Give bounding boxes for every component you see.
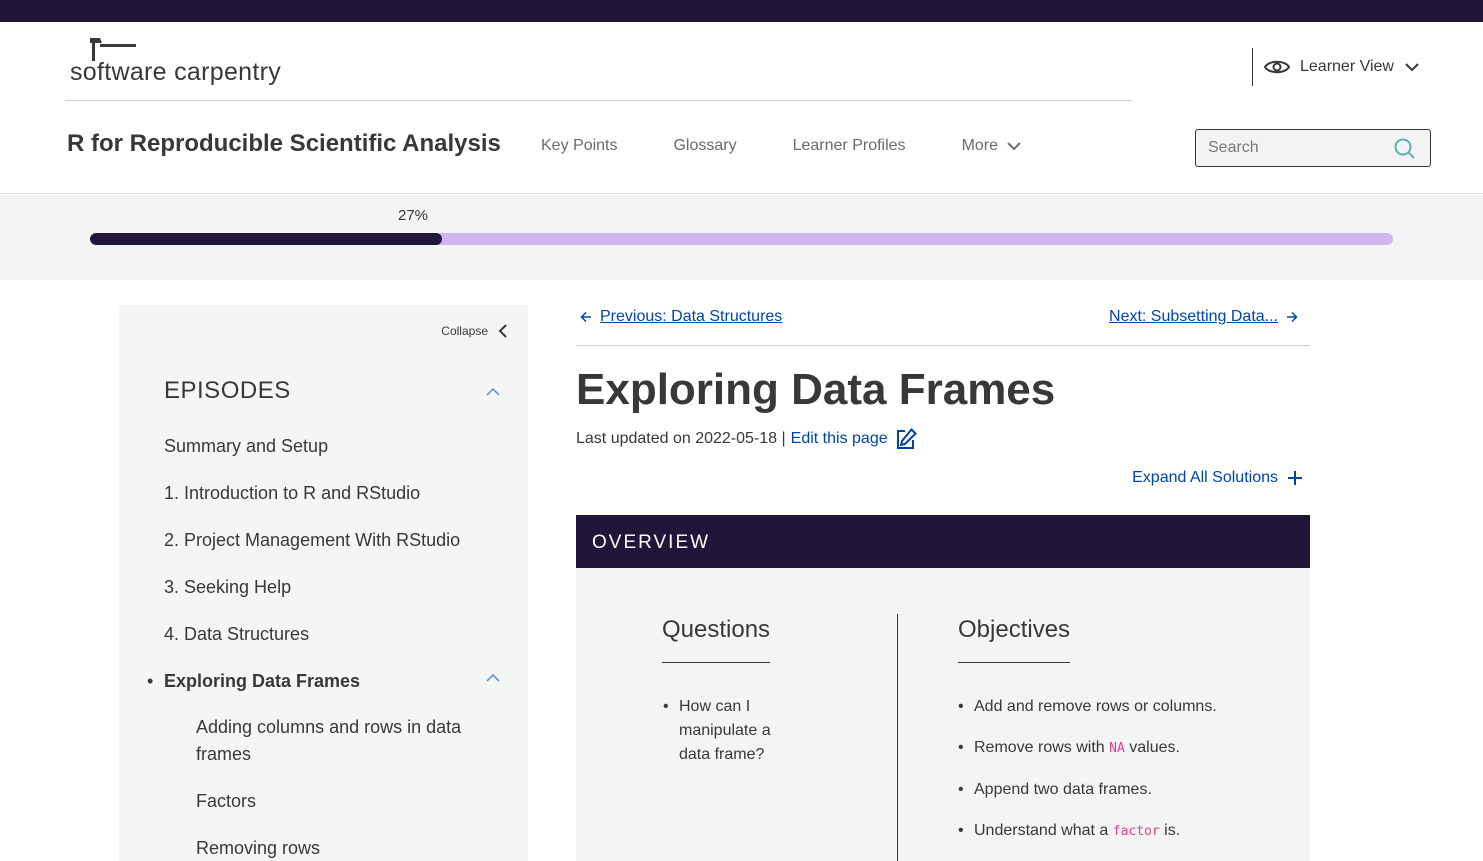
episode-link[interactable]: 3. Seeking Help	[164, 577, 291, 598]
previous-label: Previous: Data Structures	[600, 308, 783, 325]
next-label: Next: Subsetting Data...	[1109, 308, 1278, 325]
learner-view-toggle[interactable]: Learner View	[1264, 52, 1420, 82]
episode-link[interactable]: 1. Introduction to R and RStudio	[164, 483, 420, 504]
active-bullet: •	[147, 671, 154, 691]
nav-glossary[interactable]: Glossary	[673, 137, 736, 155]
chevron-up-icon	[486, 387, 500, 396]
collapse-label: Collapse	[441, 324, 488, 338]
last-updated: Last updated on 2022-05-18 | Edit this p…	[576, 427, 918, 451]
objective-code: factor	[1112, 824, 1160, 839]
objective-text: is.	[1159, 822, 1181, 839]
overview-body: Questions How can I manipulate a data fr…	[576, 568, 1310, 861]
search-box	[1195, 129, 1431, 167]
overview-title: OVERVIEW	[592, 532, 711, 553]
chevron-down-icon	[1007, 142, 1021, 151]
site-logo[interactable]: software carpentry	[68, 36, 308, 86]
objective-text: Understand what a	[974, 822, 1113, 839]
nav-learner-profiles[interactable]: Learner Profiles	[793, 137, 906, 155]
last-updated-text: Last updated on 2022-05-18 |	[576, 430, 786, 447]
arrow-right-icon	[1287, 311, 1298, 323]
overview-header: OVERVIEW	[576, 515, 1310, 568]
edit-icon	[896, 428, 917, 449]
question-item: How can I manipulate a data frame?	[663, 695, 793, 767]
nav-more[interactable]: More	[962, 137, 1022, 155]
chevron-down-icon	[1405, 63, 1419, 72]
edit-page-label: Edit this page	[790, 430, 888, 447]
objective-item: Add and remove rows or columns.	[958, 695, 1298, 719]
eye-icon	[1264, 60, 1290, 74]
view-divider	[1252, 48, 1253, 86]
objective-code: NA	[1109, 741, 1125, 756]
logo-text: software carpentry	[70, 58, 282, 86]
main-nav: Key Points Glossary Learner Profiles Mor…	[541, 137, 1078, 155]
edit-page-link[interactable]: Edit this page	[791, 427, 918, 451]
objective-text: Append two data frames.	[974, 781, 1152, 798]
objectives-title: Objectives	[958, 616, 1071, 663]
episode-pager: Previous: Data Structures Next: Subsetti…	[576, 305, 1310, 346]
progress-label: 27%	[398, 207, 429, 224]
questions-list: How can I manipulate a data frame?	[663, 695, 793, 767]
plus-icon	[1288, 471, 1302, 485]
learner-view-label: Learner View	[1300, 58, 1394, 75]
objectives-list: Add and remove rows or columns. Remove r…	[958, 695, 1298, 861]
collapse-button[interactable]: Collapse	[441, 323, 508, 339]
active-episode[interactable]: Exploring Data Frames	[164, 671, 360, 692]
nav-key-points[interactable]: Key Points	[541, 137, 617, 155]
episodes-title: EPISODES	[164, 377, 291, 404]
questions-title: Questions	[662, 616, 771, 663]
chevron-left-icon	[498, 324, 507, 338]
header-divider	[65, 100, 1132, 101]
progress-section: 27%	[0, 195, 1483, 280]
section-link[interactable]: Removing rows	[196, 835, 496, 861]
objective-item: Append two data frames.	[958, 778, 1298, 802]
episode-link[interactable]: 4. Data Structures	[164, 624, 309, 645]
objective-text: values.	[1124, 739, 1180, 756]
episodes-header[interactable]: EPISODES	[164, 377, 500, 405]
progress-fill	[90, 233, 442, 245]
episode-link[interactable]: Summary and Setup	[164, 436, 328, 457]
section-link[interactable]: Factors	[196, 788, 496, 815]
column-divider	[897, 614, 898, 861]
site-header: software carpentry Learner View R for Re…	[0, 22, 1483, 194]
page-title: Exploring Data Frames	[576, 365, 1056, 414]
site-title[interactable]: R for Reproducible Scientific Analysis	[67, 130, 501, 158]
top-bar	[0, 0, 1483, 22]
search-input[interactable]	[1196, 130, 1386, 166]
nav-more-label: More	[961, 137, 999, 154]
sidebar: Collapse EPISODES Summary and Setup 1. I…	[119, 305, 528, 861]
section-link[interactable]: Adding columns and rows in data frames	[196, 714, 496, 768]
objective-text: Add and remove rows or columns.	[974, 698, 1217, 715]
previous-link[interactable]: Previous: Data Structures	[580, 308, 782, 326]
expand-all-solutions[interactable]: Expand All Solutions	[1132, 469, 1304, 487]
episode-link[interactable]: 2. Project Management With RStudio	[164, 530, 460, 551]
chevron-up-icon[interactable]	[486, 673, 500, 682]
objective-item: Understand what a factor is.	[958, 819, 1298, 844]
next-link[interactable]: Next: Subsetting Data...	[1109, 308, 1298, 326]
objective-item: Remove rows with NA values.	[958, 736, 1298, 761]
arrow-left-icon	[580, 311, 591, 323]
progress-bar	[90, 233, 1393, 245]
objective-text: Remove rows with	[974, 739, 1110, 756]
search-icon[interactable]	[1394, 138, 1416, 160]
expand-all-label: Expand All Solutions	[1132, 469, 1278, 486]
